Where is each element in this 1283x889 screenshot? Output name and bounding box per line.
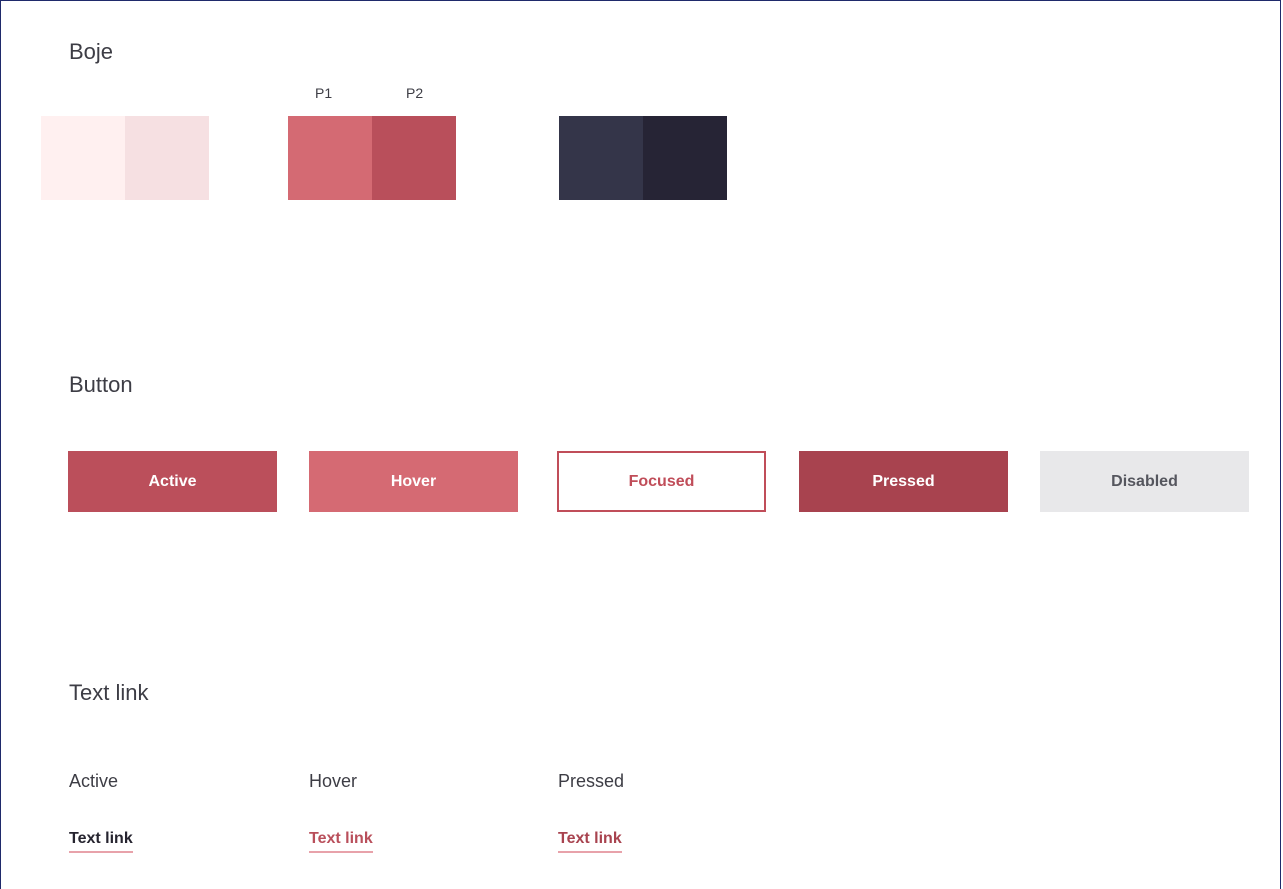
colors-section-title: Boje	[69, 39, 114, 64]
pressed-button[interactable]: Pressed	[799, 451, 1008, 512]
button-section-title: Button	[69, 372, 133, 397]
color-swatch-primary-1	[288, 116, 372, 200]
text-link-hover[interactable]: Text link	[309, 831, 373, 853]
text-link-pressed[interactable]: Text link	[558, 831, 622, 853]
text-link-state-label-pressed: Pressed	[558, 771, 625, 791]
color-swatch-light-2	[125, 116, 209, 200]
color-swatch-primary-2	[372, 116, 456, 200]
focused-button[interactable]: Focused	[557, 451, 766, 512]
text-link-state-label-active: Active	[69, 771, 119, 791]
text-link-active[interactable]: Text link	[69, 831, 133, 853]
color-swatch-dark-2	[643, 116, 727, 200]
text-link-section-title: Text link	[69, 680, 149, 705]
color-swatch-light-1	[41, 116, 125, 200]
swatch-label-p1: P1	[315, 85, 333, 101]
hover-button[interactable]: Hover	[309, 451, 518, 512]
text-link-state-label-hover: Hover	[309, 771, 358, 791]
color-swatch-dark-1	[559, 116, 643, 200]
swatch-label-p2: P2	[406, 85, 424, 101]
disabled-button: Disabled	[1040, 451, 1249, 512]
active-button[interactable]: Active	[68, 451, 277, 512]
